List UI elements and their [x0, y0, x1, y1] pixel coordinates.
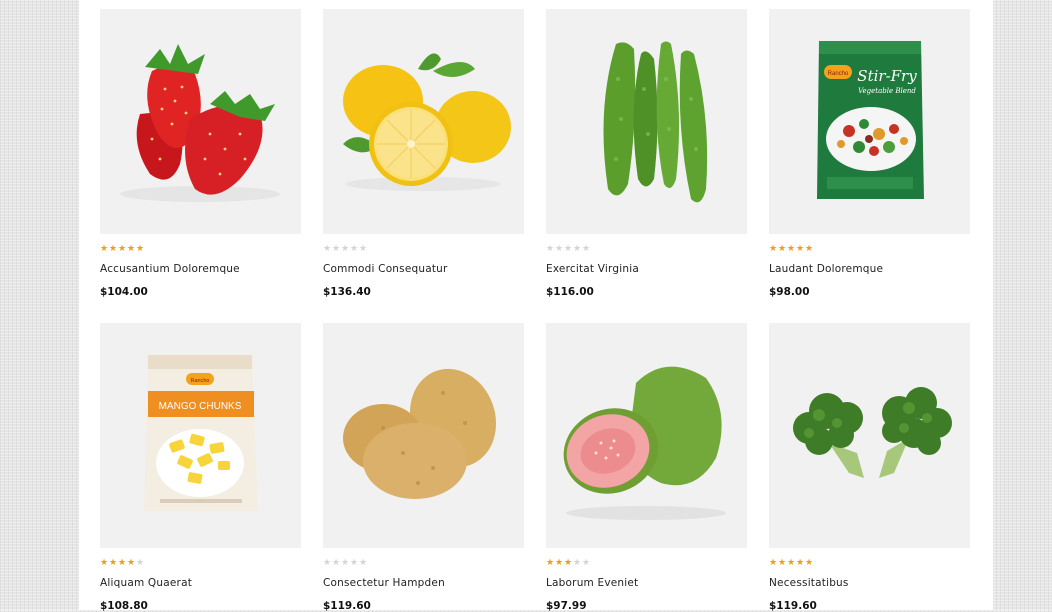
star-icon: ★ — [769, 558, 778, 568]
product-image-stir-fry[interactable]: Rancho Stir-Fry Vegetable Blend — [769, 9, 970, 234]
star-icon: ★ — [769, 244, 778, 254]
rating-stars: ★ ★ ★ ★ ★ — [100, 244, 301, 254]
star-icon: ★ — [805, 244, 814, 254]
product-name[interactable]: Commodi Consequatur — [323, 263, 524, 275]
lemon-image — [343, 53, 511, 191]
product-name[interactable]: Laborum Eveniet — [546, 577, 747, 589]
rating-stars: ★ ★ ★ ★ ★ — [323, 244, 524, 254]
star-icon: ★ — [546, 244, 555, 254]
star-icon: ★ — [582, 558, 591, 568]
guava-image — [563, 366, 726, 520]
star-icon: ★ — [118, 244, 127, 254]
product-image-broccoli[interactable] — [769, 323, 970, 548]
star-icon: ★ — [805, 558, 814, 568]
star-icon: ★ — [118, 558, 127, 568]
product-price: $97.99 — [546, 600, 587, 612]
star-icon: ★ — [109, 244, 118, 254]
star-icon: ★ — [350, 244, 359, 254]
star-icon: ★ — [555, 558, 564, 568]
star-icon: ★ — [350, 558, 359, 568]
star-icon: ★ — [127, 244, 136, 254]
star-icon: ★ — [341, 558, 350, 568]
star-icon: ★ — [582, 244, 591, 254]
star-icon: ★ — [787, 244, 796, 254]
product-name[interactable]: Aliquam Quaerat — [100, 577, 301, 589]
svg-text:Stir-Fry: Stir-Fry — [857, 67, 917, 85]
star-icon: ★ — [555, 244, 564, 254]
product-name[interactable]: Accusantium Doloremque — [100, 263, 301, 275]
svg-text:Rancho: Rancho — [191, 378, 210, 384]
product-image-bitter-gourd[interactable] — [546, 9, 747, 234]
product-card[interactable]: Rancho MANGO CHUNKS ★ ★ ★ ★ ★ Aliquam Qu… — [100, 323, 301, 612]
rating-stars: ★ ★ ★ ★ ★ — [100, 558, 301, 568]
star-icon: ★ — [573, 558, 582, 568]
star-icon: ★ — [787, 558, 796, 568]
product-name[interactable]: Consectetur Hampden — [323, 577, 524, 589]
product-card[interactable]: Rancho Stir-Fry Vegetable Blend ★ ★ ★ ★ ★ La… — [769, 9, 970, 298]
star-icon: ★ — [796, 558, 805, 568]
star-icon: ★ — [564, 244, 573, 254]
star-icon: ★ — [332, 558, 341, 568]
product-card[interactable]: ★ ★ ★ ★ ★ Consectetur Hampden $119.60 — [323, 323, 524, 612]
star-icon: ★ — [778, 244, 787, 254]
star-icon: ★ — [100, 244, 109, 254]
mango-chunks-bag-image: Rancho MANGO CHUNKS — [144, 355, 258, 511]
star-icon: ★ — [109, 558, 118, 568]
product-price: $136.40 — [323, 286, 371, 298]
star-icon: ★ — [359, 244, 368, 254]
rating-stars: ★ ★ ★ ★ ★ — [546, 558, 747, 568]
star-icon: ★ — [564, 558, 573, 568]
product-name[interactable]: Exercitat Virginia — [546, 263, 747, 275]
star-icon: ★ — [100, 558, 109, 568]
broccoli-image — [793, 387, 952, 478]
product-price: $98.00 — [769, 286, 810, 298]
product-card[interactable]: ★ ★ ★ ★ ★ Commodi Consequatur $136.40 — [323, 9, 524, 298]
star-icon: ★ — [332, 244, 341, 254]
svg-text:Vegetable Blend: Vegetable Blend — [858, 87, 916, 95]
product-price: $119.60 — [769, 600, 817, 612]
rating-stars: ★ ★ ★ ★ ★ — [323, 558, 524, 568]
bitter-gourd-image — [603, 41, 708, 203]
star-icon: ★ — [573, 244, 582, 254]
product-name[interactable]: Laudant Doloremque — [769, 263, 970, 275]
product-card[interactable]: ★ ★ ★ ★ ★ Accusantium Doloremque $104.00 — [100, 9, 301, 298]
product-image-potato[interactable] — [323, 323, 524, 548]
product-price: $108.80 — [100, 600, 148, 612]
star-icon: ★ — [359, 558, 368, 568]
product-name[interactable]: Necessitatibus — [769, 577, 970, 589]
svg-text:MANGO CHUNKS: MANGO CHUNKS — [159, 401, 242, 412]
product-image-mango[interactable]: Rancho MANGO CHUNKS — [100, 323, 301, 548]
product-grid-panel: ★★★★★ Accusantium Doloremque $104.00 — [79, 0, 993, 612]
star-icon: ★ — [136, 244, 145, 254]
stir-fry-bag-image: Rancho Stir-Fry Vegetable Blend — [817, 41, 924, 199]
star-icon: ★ — [323, 244, 332, 254]
rating-stars: ★ ★ ★ ★ ★ — [769, 558, 970, 568]
product-card[interactable]: ★ ★ ★ ★ ★ Laborum Eveniet $97.99 — [546, 323, 747, 612]
product-price: $116.00 — [546, 286, 594, 298]
star-icon: ★ — [341, 244, 350, 254]
product-price: $119.60 — [323, 600, 371, 612]
star-icon: ★ — [796, 244, 805, 254]
star-icon: ★ — [546, 558, 555, 568]
star-icon: ★ — [323, 558, 332, 568]
product-image-guava[interactable] — [546, 323, 747, 548]
product-card[interactable]: ★ ★ ★ ★ ★ Exercitat Virginia $116.00 — [546, 9, 747, 298]
rating-stars: ★ ★ ★ ★ ★ — [769, 244, 970, 254]
product-price: $104.00 — [100, 286, 148, 298]
star-icon: ★ — [778, 558, 787, 568]
strawberry-image — [120, 44, 280, 202]
star-icon: ★ — [127, 558, 136, 568]
product-image-strawberry[interactable] — [100, 9, 301, 234]
product-image-lemon[interactable] — [323, 9, 524, 234]
star-icon: ★ — [136, 558, 145, 568]
potato-image — [343, 368, 497, 499]
rating-stars: ★ ★ ★ ★ ★ — [546, 244, 747, 254]
svg-text:Rancho: Rancho — [828, 71, 849, 77]
product-card[interactable]: ★ ★ ★ ★ ★ Necessitatibus $119.60 — [769, 323, 970, 612]
